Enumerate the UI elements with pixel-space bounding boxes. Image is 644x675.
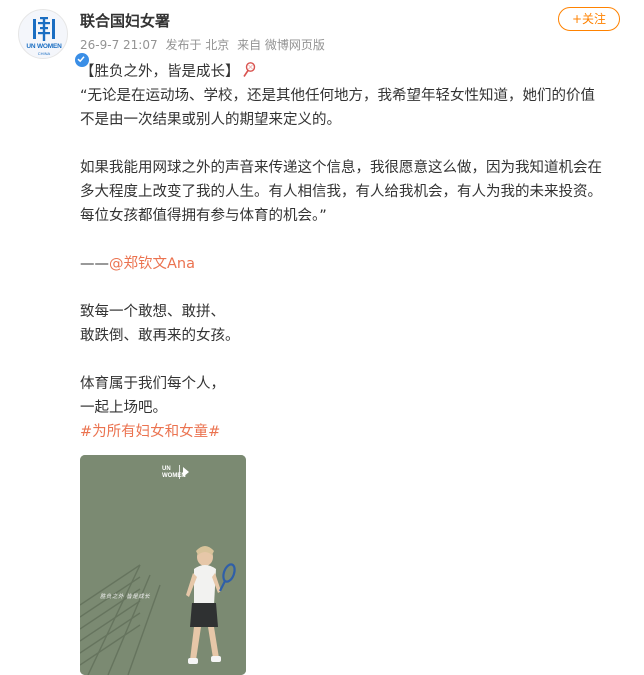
post-meta: 26-9-7 21:07 发布于 北京 来自 微博网页版 xyxy=(80,36,329,53)
attribution-line: ——@郑钦文Ana xyxy=(80,252,625,276)
quote-line: 如果我能用网球之外的声音来传递这个信息，我很愿意这么做，因为我知道机会在 xyxy=(80,160,602,176)
quote-line: 不是由一次结果或别人的期望来定义的。 xyxy=(80,112,341,128)
closing-line: 一起上场吧。 xyxy=(80,400,167,416)
un-women-logo-icon xyxy=(33,17,55,41)
attribution-dash: —— xyxy=(80,256,109,272)
closing-line: 体育属于我们每个人， xyxy=(80,376,225,392)
post-image[interactable]: UN WOMEN 胜负之外 皆是成长 xyxy=(80,455,246,675)
mention-link[interactable]: @郑钦文Ana xyxy=(109,256,195,272)
media-caption: 胜负之外 皆是成长 xyxy=(100,594,151,600)
post-datetime[interactable]: 26-9-7 21:07 xyxy=(80,38,158,52)
logo-subtext: CHINA xyxy=(37,51,51,56)
post-body: 【胜负之外，皆是成长】 “无论是在运动场、学校，还是其他任何地方，我希望年轻女性… xyxy=(80,60,625,444)
dedication-line: 敢跌倒、敢再来的女孩。 xyxy=(80,328,240,344)
tennis-racket-icon xyxy=(242,62,255,77)
logo-text: UN WOMEN xyxy=(26,43,62,50)
tennis-player-illustration xyxy=(80,455,246,675)
media-brand-logo: UN WOMEN xyxy=(162,466,186,480)
quote-line: 多大程度上改变了我的人生。有人相信我，有人给我机会，有人为我的未来投资。 xyxy=(80,184,602,200)
account-name[interactable]: 联合国妇女署 xyxy=(80,10,170,31)
quote-line: “无论是在运动场、学校，还是其他任何地方，我希望年轻女性知道，她们的价值 xyxy=(80,88,596,104)
post-source: 来自 微博网页版 xyxy=(237,38,325,52)
post-title-line: 【胜负之外，皆是成长】 xyxy=(80,60,625,84)
quote-line: 每位女孩都值得拥有参与体育的机会。” xyxy=(80,208,327,224)
weibo-post-card: UN WOMEN CHINA 联合国妇女署 26-9-7 21:07 发布于 北… xyxy=(0,0,644,675)
media-brand-line2: WOMEN xyxy=(162,473,186,479)
hashtag-link[interactable]: #为所有妇女和女童# xyxy=(80,424,220,440)
dedication-line: 致每一个敢想、敢拼、 xyxy=(80,304,225,320)
post-title: 【胜负之外，皆是成长】 xyxy=(80,64,240,80)
hashtag-line: #为所有妇女和女童# xyxy=(80,420,625,444)
follow-button[interactable]: +关注 xyxy=(558,7,620,31)
avatar[interactable]: UN WOMEN CHINA xyxy=(18,9,90,68)
media-brand-line1: UN xyxy=(162,466,171,472)
post-location: 发布于 北京 xyxy=(165,38,230,52)
